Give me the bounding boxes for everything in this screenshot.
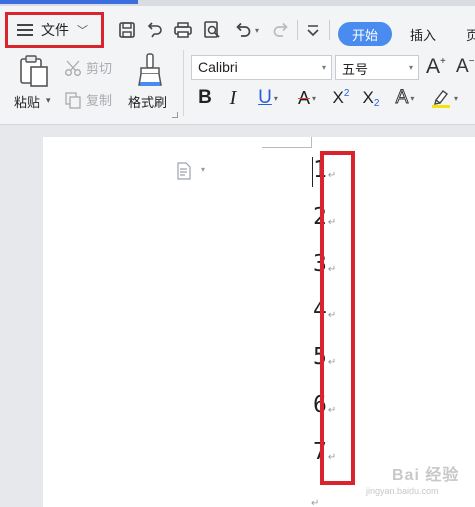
file-menu-label: 文件 <box>41 23 69 39</box>
format-painter-button[interactable]: 格式刷 <box>128 92 167 111</box>
more-icon[interactable] <box>302 20 324 40</box>
scissors-icon <box>65 60 81 76</box>
cut-label: 剪切 <box>86 62 113 77</box>
superscript-button[interactable]: X2 <box>328 86 354 110</box>
shrink-font-button[interactable]: A − <box>456 54 475 80</box>
grow-font-glyph: A <box>426 55 441 78</box>
minus-icon: − <box>468 56 475 67</box>
page-margin-marker <box>311 137 312 148</box>
document-dropdown-icon[interactable]: ▾ <box>201 165 205 174</box>
font-size-value: 五号 <box>342 63 369 78</box>
font-name-value: Calibri <box>198 59 238 75</box>
text-effects-button[interactable]: A ▾ <box>389 86 421 110</box>
subscript-exp: 2 <box>373 98 380 109</box>
grow-font-button[interactable]: A + <box>426 54 446 80</box>
copy-icon <box>65 91 81 109</box>
chevron-down-icon: ▾ <box>453 93 458 103</box>
group-separator <box>183 50 184 116</box>
underline-button[interactable]: U ▾ <box>251 86 285 110</box>
watermark-url: jingyan.baidu.com <box>366 486 439 496</box>
ribbon: 文件 ﹀ ▾ 开始 插入 页 粘贴 ▾ 剪切 复制 格式刷 Calibri ▾ … <box>0 6 475 125</box>
tab-start[interactable]: 开始 <box>338 22 392 46</box>
tab-insert[interactable]: 插入 <box>410 22 436 46</box>
file-menu-button[interactable]: 文件 ﹀ <box>5 12 104 48</box>
paste-button[interactable]: 粘贴 <box>14 92 40 111</box>
chevron-down-icon: ﹀ <box>77 24 88 37</box>
paragraph-mark: ↵ <box>311 498 320 507</box>
shrink-font-glyph: A <box>456 56 469 77</box>
superscript-exp: 2 <box>343 88 350 99</box>
highlight-button[interactable]: ▾ <box>426 86 462 110</box>
watermark-text: Bai 经验 <box>392 467 460 484</box>
chevron-down-icon: ▾ <box>321 63 326 72</box>
plus-icon: + <box>440 56 446 67</box>
underline-glyph: U <box>258 87 272 108</box>
text-effects-glyph: A <box>395 87 409 109</box>
annotation-highlight-box <box>320 151 355 485</box>
undo-history-icon[interactable] <box>144 20 166 40</box>
chevron-down-icon: ▾ <box>273 93 278 103</box>
active-window-indicator <box>0 0 138 4</box>
italic-button[interactable]: I <box>224 86 242 110</box>
paste-dropdown-icon[interactable]: ▾ <box>46 96 51 106</box>
undo-dropdown-icon[interactable]: ▾ <box>252 20 262 40</box>
font-size-select[interactable]: 五号 ▾ <box>335 55 419 80</box>
page-margin-marker <box>262 147 311 148</box>
menu-row: 文件 ﹀ ▾ 开始 插入 页 <box>0 6 475 48</box>
toolbar-separator <box>297 20 298 40</box>
paste-icon[interactable] <box>18 54 50 88</box>
chevron-down-icon: ▾ <box>410 93 415 103</box>
cut-button[interactable]: 剪切 <box>64 58 112 77</box>
highlighter-icon <box>431 90 450 108</box>
save-icon[interactable] <box>116 20 138 40</box>
format-painter-icon[interactable] <box>137 53 163 87</box>
print-preview-icon[interactable] <box>201 20 223 40</box>
superscript-base: X <box>332 88 344 107</box>
chevron-down-icon: ▾ <box>312 93 317 103</box>
copy-button[interactable]: 复制 <box>64 90 112 109</box>
copy-label: 复制 <box>86 94 113 109</box>
print-icon[interactable] <box>172 20 194 40</box>
subscript-button[interactable]: X2 <box>358 86 384 110</box>
chevron-down-icon: ▾ <box>408 63 413 72</box>
strikethrough-button[interactable]: A ▾ <box>290 86 324 110</box>
strikethrough-glyph: A <box>297 87 310 108</box>
document-icon[interactable] <box>176 162 192 180</box>
subscript-base: X <box>362 88 374 107</box>
font-name-select[interactable]: Calibri ▾ <box>191 55 332 80</box>
undo-icon[interactable] <box>232 20 254 40</box>
tab-page-layout[interactable]: 页 <box>466 22 475 46</box>
clipboard-dialog-launcher[interactable] <box>172 112 178 118</box>
redo-icon[interactable] <box>270 20 292 40</box>
document-page[interactable] <box>43 137 475 507</box>
hamburger-icon <box>17 24 33 36</box>
toolbar-separator <box>329 20 330 40</box>
bold-button[interactable]: B <box>195 86 215 110</box>
